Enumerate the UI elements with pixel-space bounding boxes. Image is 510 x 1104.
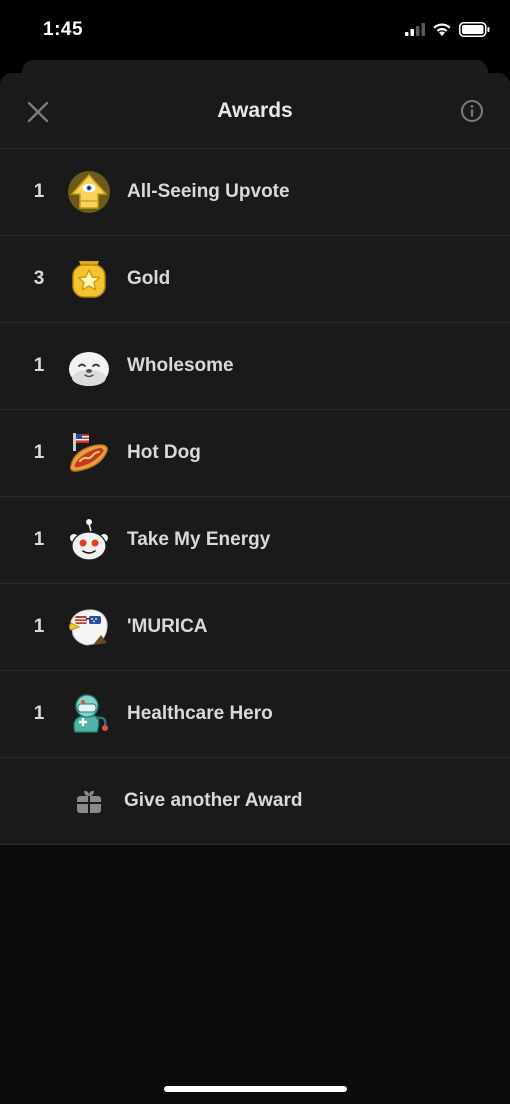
award-row-gold[interactable]: 3 Gold xyxy=(0,236,510,323)
award-row-take-my-energy[interactable]: 1 Take My Energy xyxy=(0,497,510,584)
battery-icon xyxy=(459,22,490,37)
give-another-award-label: Give another Award xyxy=(124,790,303,811)
award-name: Hot Dog xyxy=(127,442,201,463)
award-count: 1 xyxy=(33,703,45,724)
award-name: Take My Energy xyxy=(127,529,271,550)
award-name: All-Seeing Upvote xyxy=(127,181,290,202)
award-name: 'MURICA xyxy=(127,616,208,637)
award-count: 1 xyxy=(33,616,45,637)
awards-sheet: Awards 1 All-Seeing Upvote 3 Gold 1 Whol… xyxy=(0,73,510,1104)
status-icons xyxy=(405,22,490,37)
award-row-healthcare-hero[interactable]: 1 Healthcare Hero xyxy=(0,671,510,758)
award-row-murica[interactable]: 1 'MURICA xyxy=(0,584,510,671)
home-indicator[interactable] xyxy=(164,1086,347,1092)
murica-eagle-icon xyxy=(69,609,108,646)
award-count: 1 xyxy=(33,181,45,202)
award-count: 1 xyxy=(33,355,45,376)
close-icon[interactable] xyxy=(25,99,51,125)
award-name: Healthcare Hero xyxy=(127,703,273,724)
take-my-energy-icon xyxy=(70,519,108,561)
sheet-header: Awards xyxy=(0,73,510,149)
award-count: 3 xyxy=(33,268,45,289)
cellular-signal-icon xyxy=(405,23,425,36)
gift-icon xyxy=(77,790,101,813)
awards-list-container: Awards 1 All-Seeing Upvote 3 Gold 1 Whol… xyxy=(0,73,510,845)
award-count: 1 xyxy=(33,529,45,550)
healthcare-hero-icon xyxy=(73,694,108,733)
info-icon[interactable] xyxy=(460,99,484,123)
wholesome-seal-icon xyxy=(69,352,109,386)
give-another-award-button[interactable]: Give another Award xyxy=(0,758,510,845)
hot-dog-icon xyxy=(69,433,108,472)
award-row-all-seeing-upvote[interactable]: 1 All-Seeing Upvote xyxy=(0,149,510,236)
gold-award-icon xyxy=(72,261,106,298)
award-name: Wholesome xyxy=(127,355,234,376)
page-title: Awards xyxy=(217,98,293,122)
award-count: 1 xyxy=(33,442,45,463)
award-name: Gold xyxy=(127,268,171,289)
all-seeing-upvote-icon xyxy=(68,171,110,213)
wifi-icon xyxy=(433,23,451,36)
award-row-wholesome[interactable]: 1 Wholesome xyxy=(0,323,510,410)
award-row-hot-dog[interactable]: 1 Hot Dog xyxy=(0,410,510,497)
status-time: 1:45 xyxy=(43,19,84,40)
status-bar: 1:45 xyxy=(0,0,510,62)
